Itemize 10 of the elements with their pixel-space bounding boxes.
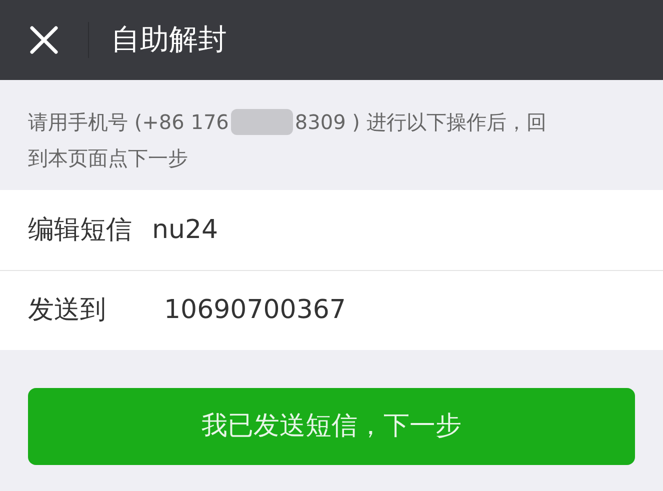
blur-mask [230, 109, 293, 135]
notice-text: 请用手机号 (+86 176 [28, 109, 229, 136]
notice-text: 8309 ) 进行以下操作后，回 [294, 109, 546, 136]
close-icon [29, 25, 59, 55]
field-label: 发送到 [28, 294, 107, 327]
send-confirm-button[interactable]: 我已发送短信，下一步 [28, 388, 635, 465]
window-title: 自助解封 [111, 21, 227, 58]
notice-text: 到本页面点下一步 [28, 145, 188, 172]
field-value: nu24 [152, 214, 218, 246]
field-value: 10690700367 [164, 294, 346, 327]
